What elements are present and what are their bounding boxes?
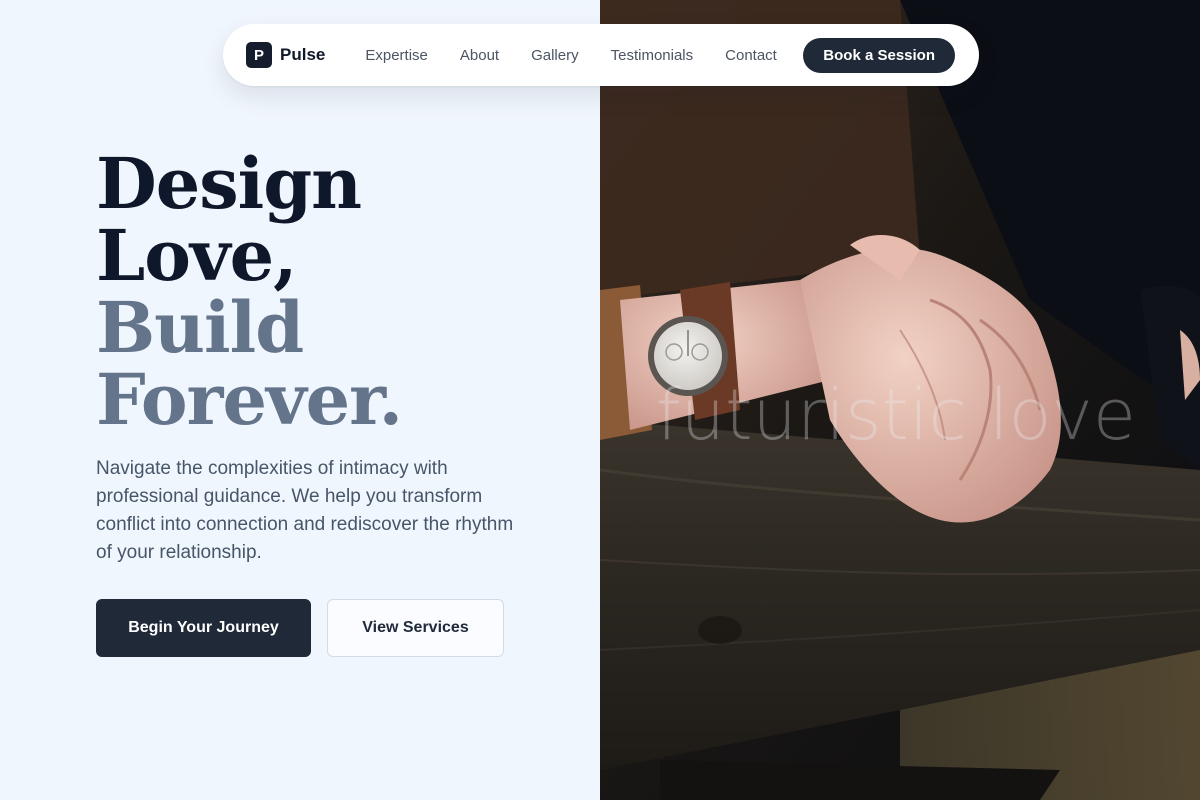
image-watermark: futuristic love — [656, 374, 1136, 456]
view-services-button[interactable]: View Services — [327, 599, 504, 657]
nav-link-testimonials[interactable]: Testimonials — [611, 47, 694, 64]
hero-headline: Design Love, Build Forever. — [96, 142, 403, 441]
hero-photo: futuristic love — [600, 0, 1200, 800]
nav-link-expertise[interactable]: Expertise — [365, 47, 428, 64]
nav-link-gallery[interactable]: Gallery — [531, 47, 579, 64]
top-navbar: P Pulse Expertise About Gallery Testimon… — [223, 24, 979, 86]
headline-line-1: Design — [96, 142, 362, 225]
hero-left-panel: Design Love, Build Forever. Navigate the… — [0, 0, 600, 800]
brand-name: Pulse — [280, 45, 326, 64]
headline-line-4: Forever. — [96, 358, 403, 441]
book-session-button[interactable]: Book a Session — [803, 37, 955, 73]
brand-mark-icon: P — [246, 42, 272, 68]
begin-journey-button[interactable]: Begin Your Journey — [96, 599, 311, 657]
nav-link-contact[interactable]: Contact — [725, 47, 777, 64]
brand-logo[interactable]: P Pulse — [246, 42, 325, 68]
hero-lead-paragraph: Navigate the complexities of intimacy wi… — [96, 458, 514, 563]
headline-line-2: Love, — [96, 214, 298, 297]
nav-link-about[interactable]: About — [460, 47, 499, 64]
nav-links: Expertise About Gallery Testimonials Con… — [365, 47, 776, 64]
headline-line-3: Build — [96, 286, 304, 369]
